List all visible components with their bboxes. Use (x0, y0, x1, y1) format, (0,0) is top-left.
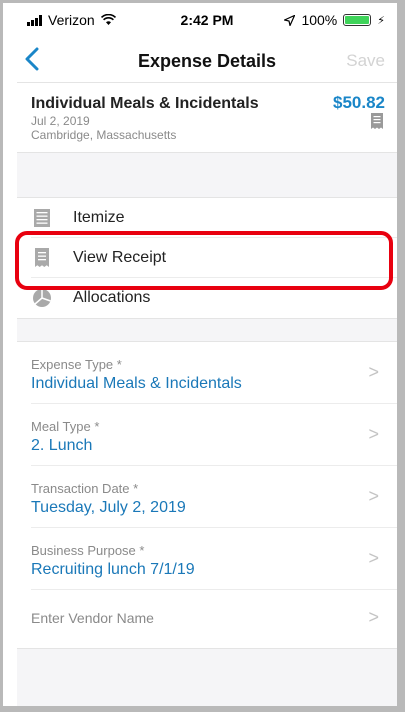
chevron-right-icon: > (368, 607, 379, 627)
allocations-label: Allocations (73, 289, 151, 306)
receipt-icon (371, 113, 383, 134)
expense-title: Individual Meals & Incidentals (31, 95, 259, 112)
pie-chart-icon (31, 288, 53, 308)
navigation-bar: Expense Details Save (17, 37, 397, 83)
expense-date: Jul 2, 2019 (31, 114, 90, 128)
charging-icon: ⚡ (377, 14, 385, 27)
expense-summary: Individual Meals & Incidentals Jul 2, 20… (17, 83, 397, 153)
chevron-right-icon: > (368, 486, 379, 506)
battery-icon (343, 14, 372, 26)
list-icon (31, 208, 53, 227)
status-right: 100% ⚡ (284, 12, 385, 28)
device-frame: Verizon 2:42 PM 100% ⚡ Expense Details S… (0, 0, 405, 712)
expense-type-field[interactable]: Expense Type * Individual Meals & Incide… (31, 342, 397, 404)
expense-type-label: Expense Type * (31, 357, 122, 372)
vendor-name-field[interactable]: Enter Vendor Name > (31, 590, 397, 648)
battery-percent: 100% (301, 12, 338, 28)
expense-fields: Expense Type * Individual Meals & Incide… (17, 341, 397, 649)
business-purpose-value: Recruiting lunch 7/1/19 (31, 561, 195, 578)
status-bar: Verizon 2:42 PM 100% ⚡ (17, 3, 397, 37)
save-button[interactable]: Save (346, 51, 385, 71)
expense-amount: $50.82 (333, 93, 385, 112)
business-purpose-label: Business Purpose * (31, 543, 145, 558)
business-purpose-field[interactable]: Business Purpose * Recruiting lunch 7/1/… (31, 528, 397, 590)
highlight-box (15, 231, 393, 290)
meal-type-label: Meal Type * (31, 419, 100, 434)
meal-type-value: 2. Lunch (31, 437, 93, 454)
transaction-date-field[interactable]: Transaction Date * Tuesday, July 2, 2019… (31, 466, 397, 528)
vendor-name-placeholder: Enter Vendor Name (31, 610, 154, 626)
location-arrow-icon (284, 14, 296, 26)
battery-fill (345, 16, 370, 24)
app-screen: Verizon 2:42 PM 100% ⚡ Expense Details S… (15, 3, 397, 706)
meal-type-field[interactable]: Meal Type * 2. Lunch > (31, 404, 397, 466)
expense-type-value: Individual Meals & Incidentals (31, 375, 242, 392)
chevron-right-icon: > (368, 548, 379, 568)
transaction-date-value: Tuesday, July 2, 2019 (31, 499, 186, 516)
expense-location: Cambridge, Massachusetts (31, 128, 177, 142)
itemize-label: Itemize (73, 208, 125, 226)
chevron-right-icon: > (368, 362, 379, 382)
transaction-date-label: Transaction Date * (31, 481, 139, 496)
page-title: Expense Details (137, 51, 277, 71)
chevron-right-icon: > (368, 424, 379, 444)
